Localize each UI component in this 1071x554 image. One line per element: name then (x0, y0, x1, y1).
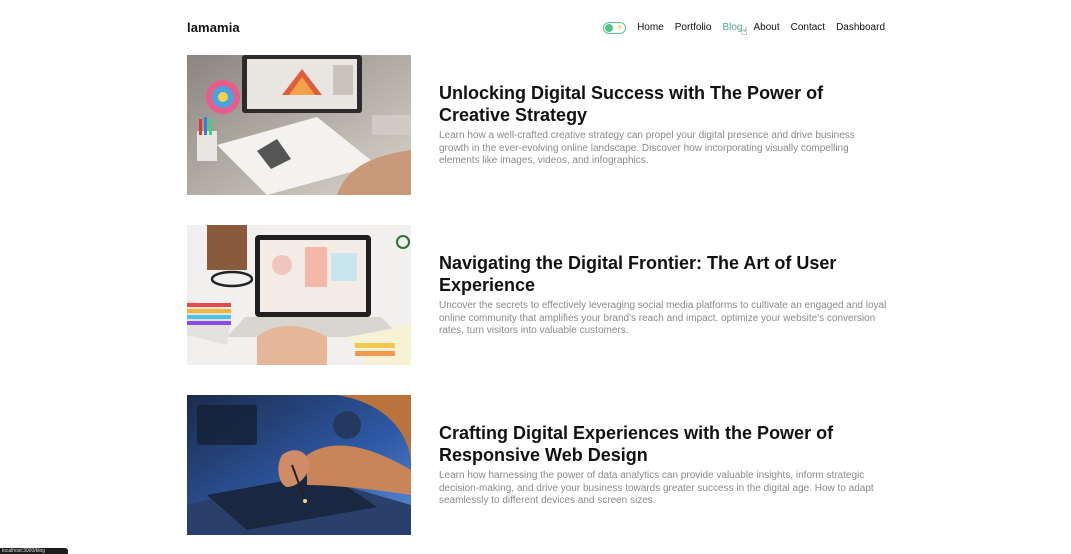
web-design-laptop-image (187, 225, 411, 365)
nav-about[interactable]: About (753, 22, 779, 33)
blog-post[interactable]: Navigating the Digital Frontier: The Art… (187, 225, 887, 365)
navbar: lamamia ☀ Home Portfolio Blog About Cont… (187, 0, 885, 55)
post-description: Learn how harnessing the power of data a… (439, 470, 874, 507)
blog-post[interactable]: Crafting Digital Experiences with the Po… (187, 395, 887, 535)
post-title[interactable]: Crafting Digital Experiences with the Po… (439, 422, 887, 466)
nav-portfolio[interactable]: Portfolio (675, 22, 712, 33)
creative-strategy-image (187, 55, 411, 195)
post-title[interactable]: Unlocking Digital Success with The Power… (439, 82, 887, 126)
logo[interactable]: lamamia (187, 20, 240, 35)
post-content: Unlocking Digital Success with The Power… (439, 82, 887, 168)
nav-dashboard[interactable]: Dashboard (836, 22, 885, 33)
drawing-tablet-image (187, 395, 411, 535)
post-description: Learn how a well-crafted creative strate… (439, 130, 855, 167)
nav-home[interactable]: Home (637, 22, 664, 33)
mouse-pointer-icon: ☝ (741, 26, 748, 38)
post-image[interactable] (187, 395, 411, 535)
post-image[interactable] (187, 225, 411, 365)
post-title[interactable]: Navigating the Digital Frontier: The Art… (439, 252, 887, 296)
nav-blog[interactable]: Blog (722, 22, 742, 33)
sun-icon: ☀ (615, 22, 624, 32)
toggle-knob-icon (605, 23, 614, 32)
post-image[interactable] (187, 55, 411, 195)
status-bar-url: localhost:3000/blog (0, 548, 68, 554)
post-content: Navigating the Digital Frontier: The Art… (439, 252, 887, 338)
theme-toggle[interactable]: ☀ (603, 21, 627, 34)
post-description: Uncover the secrets to effectively lever… (439, 300, 887, 337)
post-content: Crafting Digital Experiences with the Po… (439, 422, 887, 508)
blog-post[interactable]: Unlocking Digital Success with The Power… (187, 55, 887, 195)
nav-contact[interactable]: Contact (791, 22, 825, 33)
